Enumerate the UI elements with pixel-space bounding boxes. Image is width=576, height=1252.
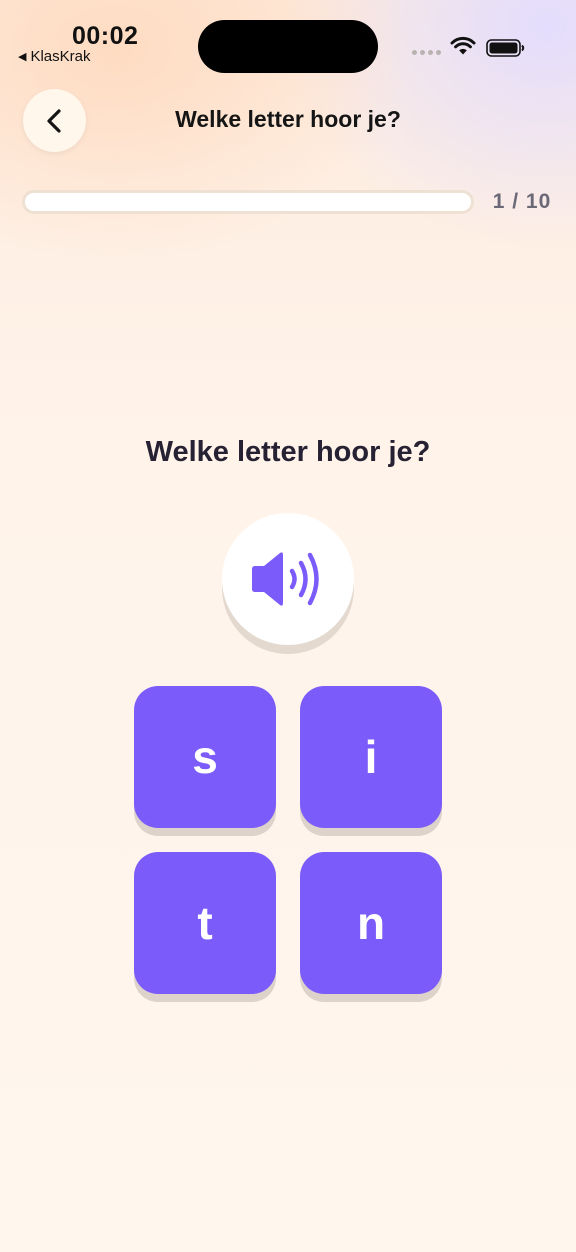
question-text: Welke letter hoor je? bbox=[145, 436, 431, 468]
answer-tile-n[interactable]: n bbox=[300, 852, 442, 994]
progress-counter: 1 / 10 bbox=[492, 190, 552, 213]
back-triangle-icon: ◀ bbox=[18, 51, 27, 63]
answer-tile-i[interactable]: i bbox=[300, 686, 442, 828]
status-time: 00:02 bbox=[72, 22, 139, 50]
wifi-icon bbox=[450, 36, 476, 61]
answer-tile-t[interactable]: t bbox=[134, 852, 276, 994]
status-back-to-app[interactable]: ◀ KlasKrak bbox=[18, 48, 91, 65]
battery-icon bbox=[486, 38, 526, 63]
page-title: Welke letter hoor je? bbox=[175, 106, 401, 132]
dynamic-island bbox=[198, 20, 378, 73]
speaker-wave-icon bbox=[252, 552, 319, 606]
status-back-app-label: KlasKrak bbox=[30, 48, 91, 65]
cellular-signal-icon bbox=[412, 50, 441, 55]
play-sound-button[interactable] bbox=[222, 513, 354, 645]
answer-tile-s[interactable]: s bbox=[134, 686, 276, 828]
progress-bar bbox=[22, 190, 474, 214]
